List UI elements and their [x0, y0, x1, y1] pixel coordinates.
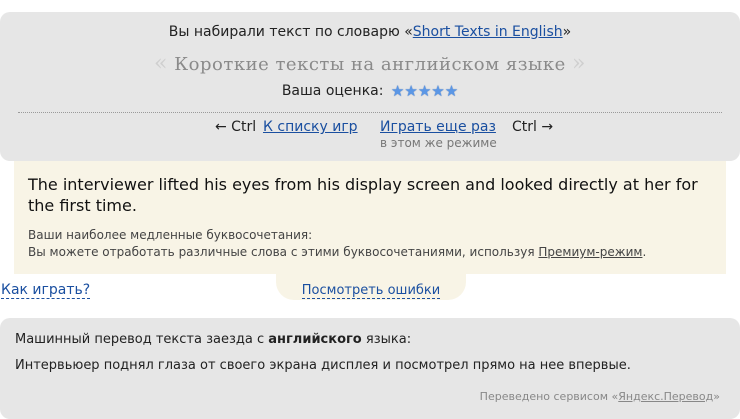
vocabulary-title-text: Короткие тексты на английском языке [174, 54, 566, 75]
star-icon[interactable]: ★ [445, 82, 458, 100]
credit-suffix: » [713, 390, 720, 403]
games-list-link[interactable]: К списку игр [263, 119, 358, 135]
view-errors-link[interactable]: Посмотреть ошибки [301, 283, 441, 299]
credit-prefix: Переведено сервисом « [479, 390, 619, 403]
divider [18, 112, 722, 113]
premium-hint-text: Вы можете отработать различные слова с э… [28, 245, 539, 259]
yandex-translate-link[interactable]: Яндекс.Перевод [618, 390, 713, 403]
star-icon[interactable]: ★ [391, 82, 404, 100]
typed-text-box: The interviewer lifted his eyes from his… [14, 161, 726, 274]
premium-mode-link[interactable]: Премиум-режим [538, 245, 642, 259]
star-icon[interactable]: ★ [404, 82, 417, 100]
how-to-play-link[interactable]: Как играть? [1, 282, 91, 299]
forward-shortcut-hint: Ctrl → [512, 119, 554, 135]
typed-text: The interviewer lifted his eyes from his… [28, 175, 698, 215]
quote-open-icon: « [154, 51, 169, 76]
translation-title-suffix: языка: [361, 332, 412, 347]
vocabulary-title: « Короткие тексты на английском языке » [0, 51, 740, 76]
translation-title-prefix: Машинный перевод текста заезда с [15, 332, 269, 347]
vocabulary-link[interactable]: Short Texts in English [413, 24, 563, 40]
result-header-panel: Вы набирали текст по словарю «Short Text… [0, 12, 740, 161]
translation-language: английского [268, 332, 362, 347]
vocabulary-line: Вы набирали текст по словарю «Short Text… [0, 24, 740, 40]
translation-panel: Машинный перевод текста заезда с английс… [0, 318, 740, 419]
star-icon[interactable]: ★ [418, 82, 431, 100]
back-shortcut-hint: ← Ctrl [215, 119, 257, 135]
translation-text: Интервьюер поднял глаза от своего экрана… [15, 358, 631, 373]
view-errors-tab: Посмотреть ошибки [276, 274, 466, 300]
translation-credit: Переведено сервисом «Яндекс.Перевод» [480, 390, 720, 403]
premium-hint: Вы можете отработать различные слова с э… [28, 245, 646, 259]
play-again-link[interactable]: Играть еще раз [380, 119, 496, 135]
rating-label: Ваша оценка: [281, 83, 384, 99]
same-mode-note: в этом же режиме [380, 136, 497, 150]
slow-combinations-label: Ваши наиболее медленные буквосочетания: [28, 228, 313, 242]
star-icon[interactable]: ★ [431, 82, 444, 100]
vocabulary-prefix: Вы набирали текст по словарю « [168, 24, 413, 40]
rating-stars[interactable]: ★★★★★ [391, 82, 458, 100]
quote-close-icon: » [571, 51, 586, 76]
vocabulary-suffix: » [562, 24, 572, 40]
translation-title: Машинный перевод текста заезда с английс… [15, 332, 411, 347]
rating-row: Ваша оценка: ★★★★★ [0, 82, 740, 100]
premium-hint-suffix: . [642, 245, 647, 259]
